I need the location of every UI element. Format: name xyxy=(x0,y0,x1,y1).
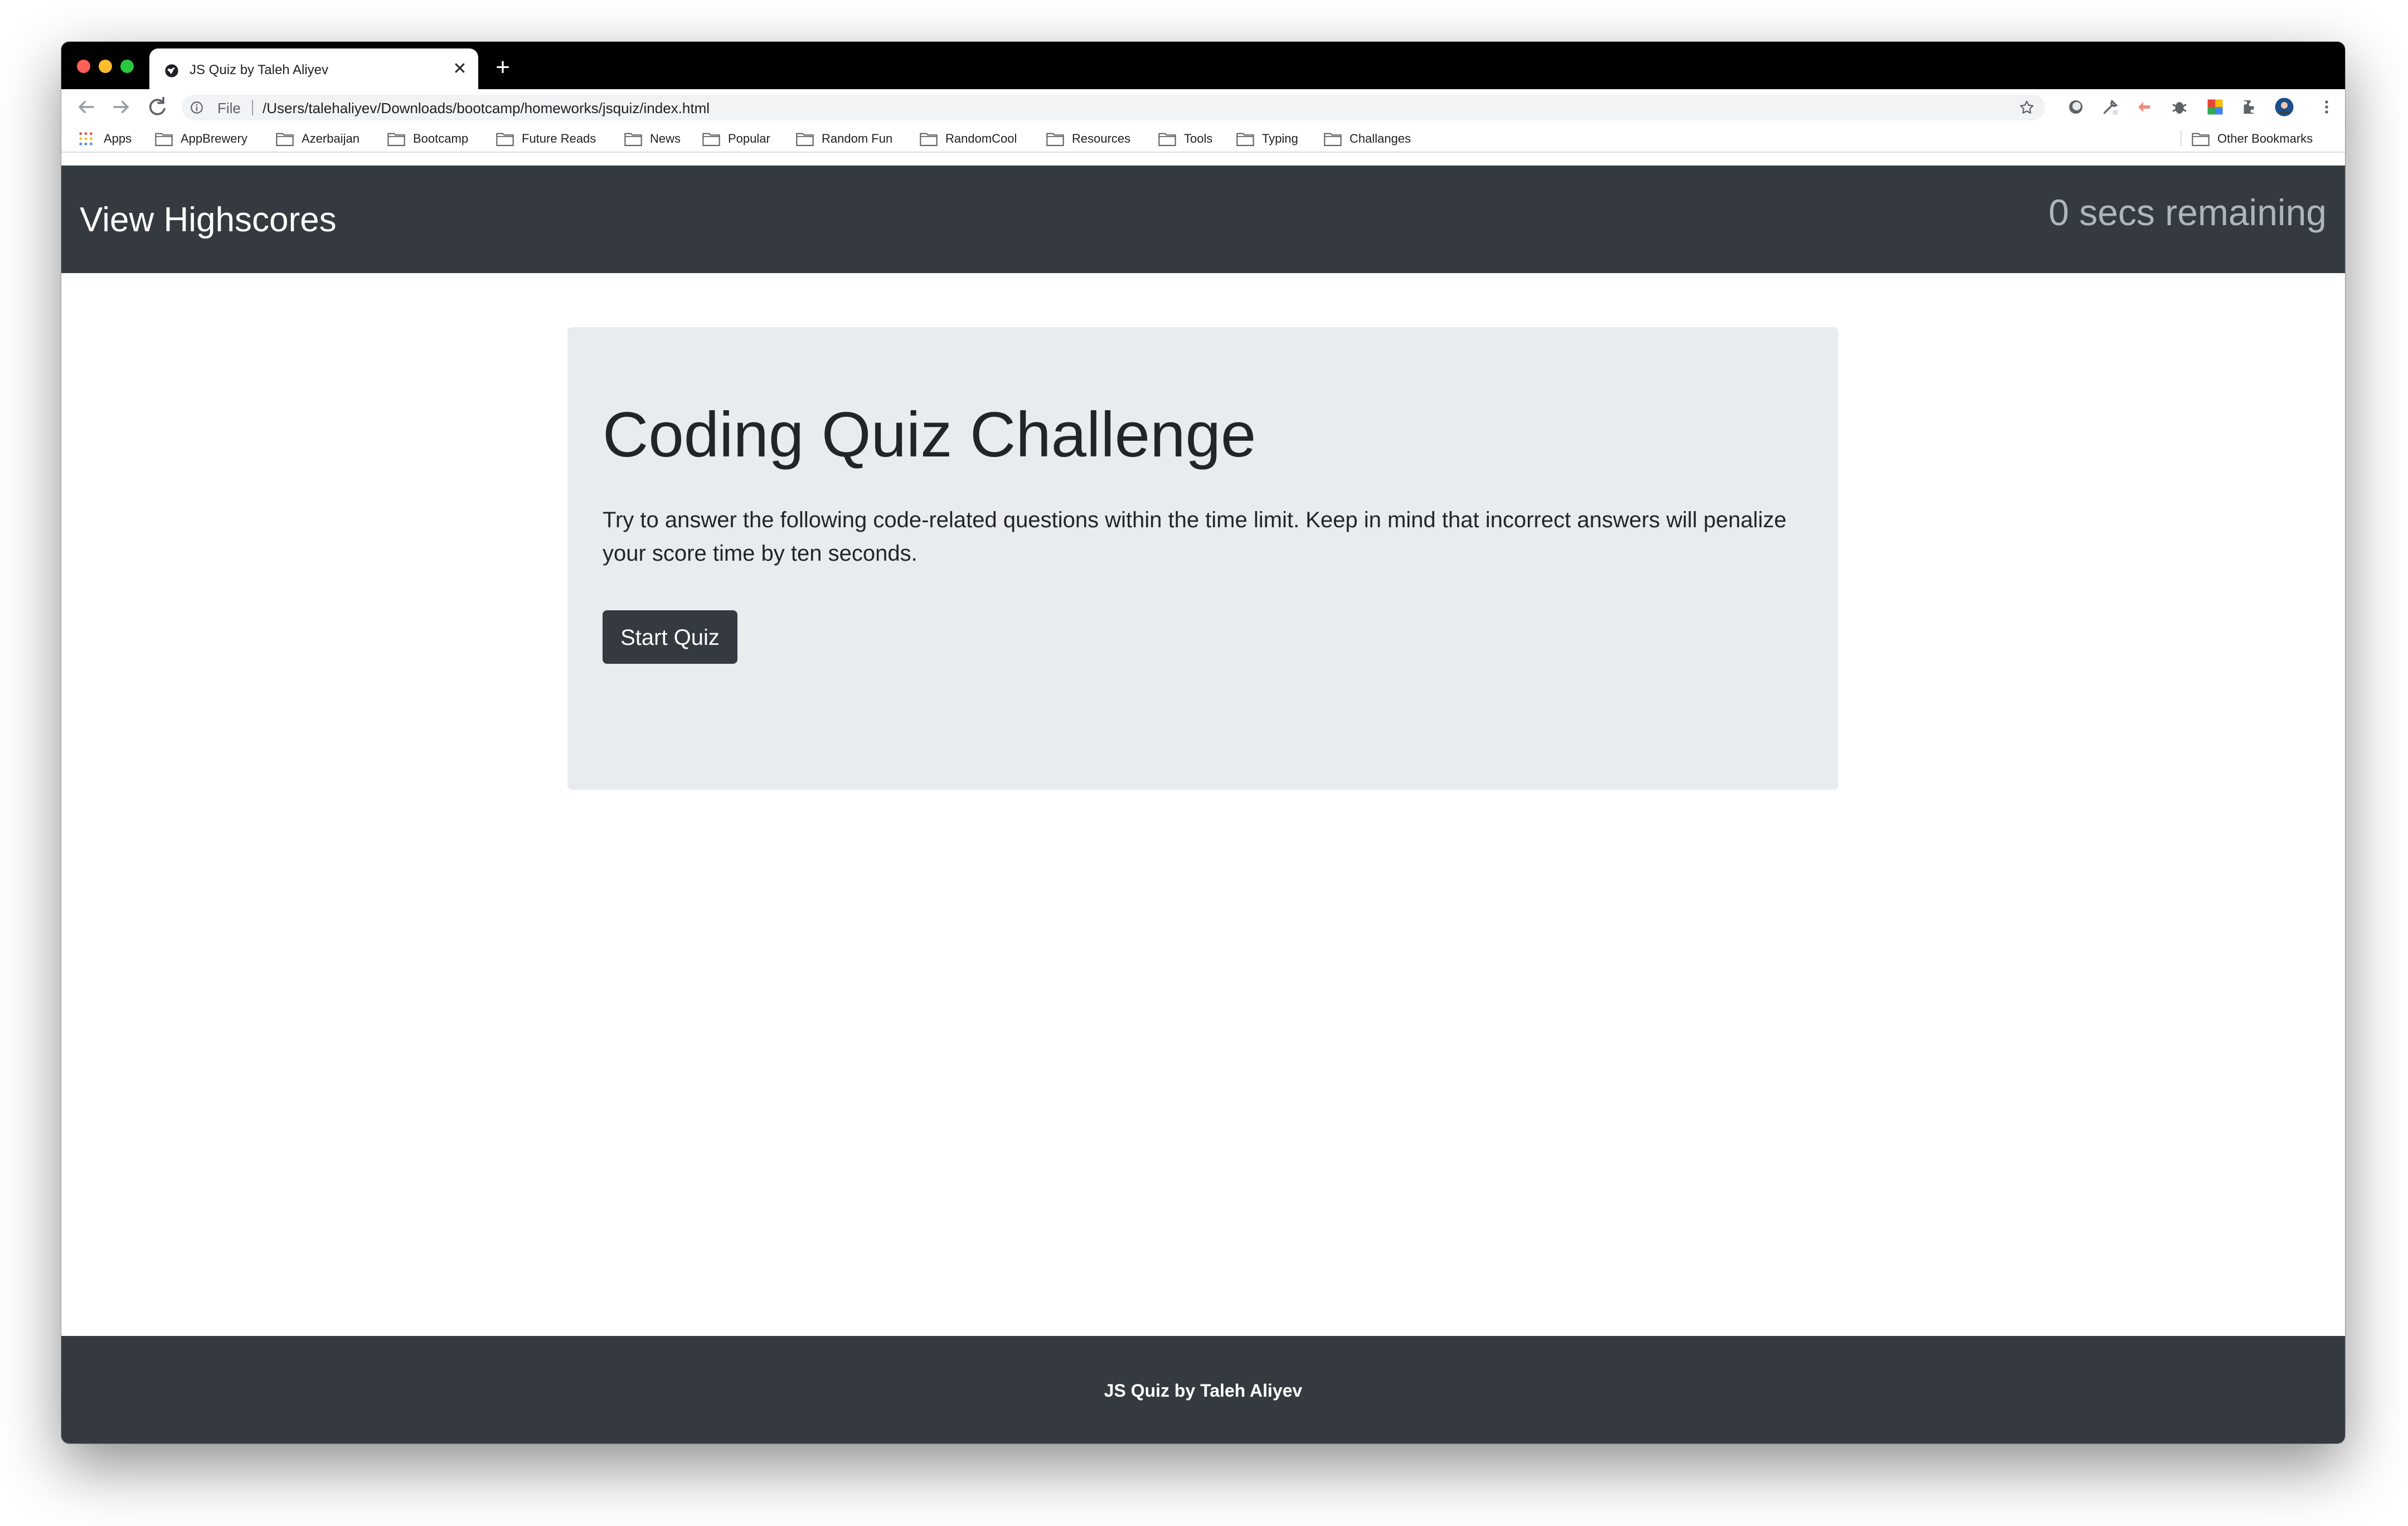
tab-close-icon[interactable]: ✕ xyxy=(450,60,469,79)
browser-window: JS Quiz by Taleh Aliyev ✕ + File /Users/… xyxy=(61,42,2345,1444)
bookmark-label: Apps xyxy=(104,132,132,145)
folder-icon xyxy=(2192,133,2210,147)
bookmark-label: Bootcamp xyxy=(413,132,469,145)
back-arrow-icon[interactable] xyxy=(74,95,98,119)
bookmark-label: RandomCool xyxy=(945,132,1017,145)
bookmarks-bar: Apps AppBrewery Azerbaijan Bootcamp Futu… xyxy=(61,125,2345,153)
extension-circle-icon[interactable] xyxy=(2066,97,2086,117)
info-icon[interactable] xyxy=(190,100,204,115)
eyedropper-icon[interactable] xyxy=(2100,97,2120,117)
folder-icon xyxy=(155,133,173,147)
quiz-intro-panel: Coding Quiz Challenge Try to answer the … xyxy=(567,327,1838,790)
start-quiz-button[interactable]: Start Quiz xyxy=(603,610,737,664)
extensions-puzzle-icon[interactable] xyxy=(2240,97,2260,117)
folder-icon xyxy=(920,133,938,147)
bookmark-label: Tools xyxy=(1184,132,1213,145)
browser-toolbar: File /Users/talehaliyev/Downloads/bootca… xyxy=(61,89,2345,125)
view-highscores-link[interactable]: View Highscores xyxy=(80,200,337,240)
folder-icon xyxy=(276,133,294,147)
url-text[interactable]: /Users/talehaliyev/Downloads/bootcamp/ho… xyxy=(263,100,710,117)
window-minimize-button[interactable] xyxy=(99,60,112,73)
address-bar[interactable]: File /Users/talehaliyev/Downloads/bootca… xyxy=(182,95,2045,120)
bookmark-label: AppBrewery xyxy=(181,132,247,145)
footer-text: JS Quiz by Taleh Aliyev xyxy=(1104,1381,1303,1401)
globe-icon xyxy=(165,64,178,77)
apps-grid-icon xyxy=(79,132,93,145)
tab-strip: JS Quiz by Taleh Aliyev ✕ + xyxy=(61,42,2345,89)
bookmark-label: Other Bookmarks xyxy=(2217,132,2313,145)
folder-icon xyxy=(1324,133,1342,147)
bookmark-label: Resources xyxy=(1072,132,1131,145)
browser-tab[interactable]: JS Quiz by Taleh Aliyev ✕ xyxy=(149,48,478,89)
colorful-extension-icon[interactable] xyxy=(2205,97,2225,117)
bookmark-label: Random Fun xyxy=(822,132,893,145)
bookmark-label: News xyxy=(650,132,681,145)
folder-icon xyxy=(387,133,405,147)
folder-icon xyxy=(1046,133,1064,147)
profile-avatar-icon[interactable] xyxy=(2274,97,2294,117)
page-content: View Highscores 0 secs remaining Coding … xyxy=(61,166,2345,1444)
folder-icon xyxy=(624,133,642,147)
bookmark-label: Azerbaijan xyxy=(302,132,360,145)
bookmark-star-icon[interactable] xyxy=(2018,99,2035,116)
bookmark-label: Future Reads xyxy=(522,132,596,145)
bookmark-label: Challanges xyxy=(1349,132,1411,145)
folder-icon xyxy=(702,133,720,147)
forward-arrow-icon[interactable] xyxy=(109,95,134,119)
page-footer: JS Quiz by Taleh Aliyev xyxy=(61,1336,2345,1444)
red-extension-icon[interactable] xyxy=(2135,97,2155,117)
folder-icon xyxy=(1236,133,1254,147)
folder-icon xyxy=(796,133,814,147)
bug-icon[interactable] xyxy=(2169,97,2189,117)
window-zoom-button[interactable] xyxy=(120,60,134,73)
window-close-button[interactable] xyxy=(77,60,90,73)
folder-icon xyxy=(1158,133,1176,147)
url-divider xyxy=(252,100,253,115)
quiz-description: Try to answer the following code-related… xyxy=(603,508,1786,566)
timer-text: 0 secs remaining xyxy=(2048,192,2327,233)
folder-icon xyxy=(496,133,514,147)
bookmarks-divider xyxy=(2181,130,2182,146)
reload-icon[interactable] xyxy=(145,95,169,119)
url-scheme-label: File xyxy=(217,100,241,116)
bookmark-label: Popular xyxy=(728,132,770,145)
tab-title: JS Quiz by Taleh Aliyev xyxy=(190,62,329,77)
bookmark-label: Typing xyxy=(1262,132,1298,145)
page-title: Coding Quiz Challenge xyxy=(603,400,1256,470)
page-header: View Highscores 0 secs remaining xyxy=(61,166,2345,273)
more-menu-icon[interactable] xyxy=(2317,97,2337,117)
new-tab-button[interactable]: + xyxy=(489,54,516,81)
